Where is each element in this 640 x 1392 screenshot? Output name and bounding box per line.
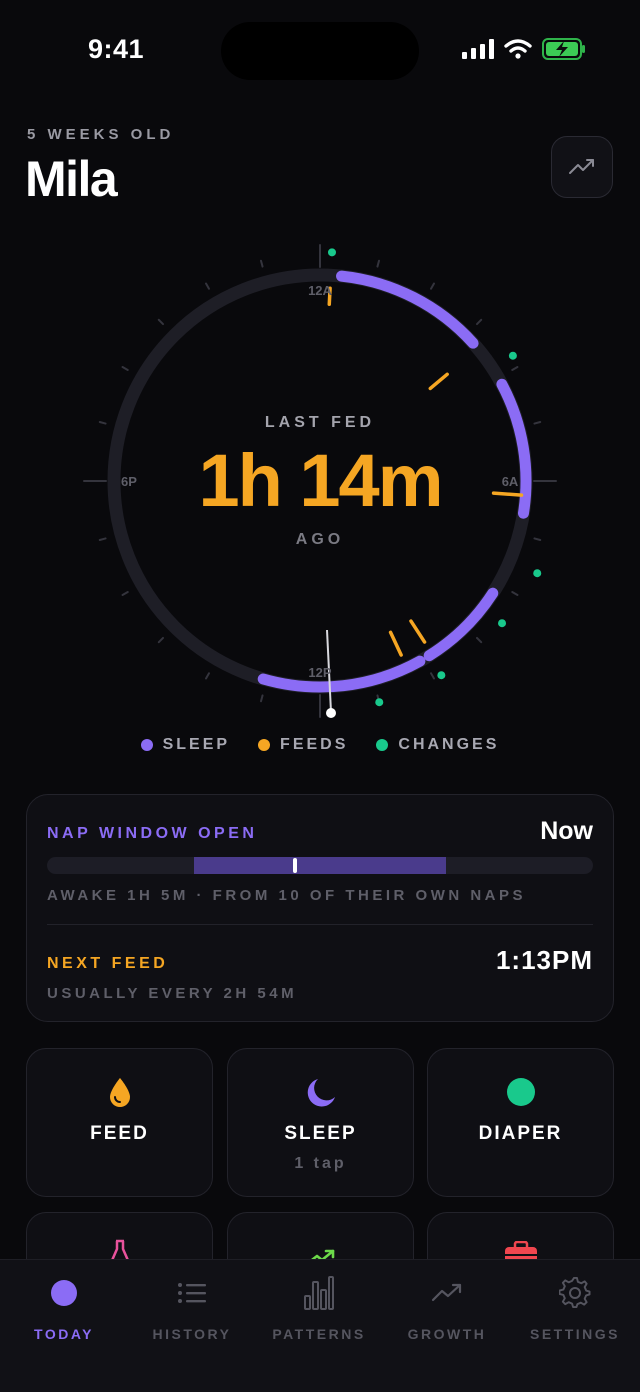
wifi-icon — [504, 39, 532, 59]
baby-name: Mila — [25, 151, 118, 207]
now-hand-dot — [326, 708, 336, 718]
hour-tick — [511, 366, 519, 371]
tab-settings-label: SETTINGS — [529, 1326, 620, 1342]
change-dot — [508, 351, 517, 360]
hour-tick — [475, 636, 483, 644]
tab-bar: TODAY HISTORY PATTERNS GROWTH SETTINGS — [0, 1259, 640, 1392]
sleep-segment — [257, 655, 426, 693]
tab-history[interactable]: HISTORY — [128, 1276, 256, 1342]
nap-feed-card: NAP WINDOW OPEN Now AWAKE 1H 5M · FROM 1… — [26, 794, 614, 1022]
sleep-segment — [336, 270, 479, 349]
sleep-button-label: SLEEP — [284, 1123, 357, 1144]
signal-icon — [462, 39, 494, 59]
change-dot — [437, 671, 446, 680]
moon-icon — [228, 1077, 413, 1109]
hour-tick — [121, 591, 129, 596]
hour-tick — [259, 259, 264, 268]
hour-label-top: 12A — [308, 283, 332, 298]
change-dot — [327, 248, 336, 257]
nap-window-now-marker — [293, 858, 298, 873]
tab-today[interactable]: TODAY — [0, 1276, 128, 1342]
nap-window-detail: AWAKE 1H 5M · FROM 10 OF THEIR OWN NAPS — [47, 887, 527, 904]
sleep-segment — [423, 587, 499, 662]
hour-tick — [430, 672, 435, 680]
trend-up-icon — [569, 159, 594, 174]
diaper-button[interactable]: DIAPER — [427, 1048, 614, 1197]
baby-age: 5 WEEKS OLD — [27, 126, 175, 143]
tab-growth[interactable]: GROWTH — [383, 1276, 511, 1342]
hour-tick — [511, 591, 519, 596]
nap-window-status: Now — [540, 817, 593, 845]
last-fed-label: LAST FED — [264, 414, 376, 431]
hour-tick — [259, 694, 264, 703]
feed-mark — [409, 619, 427, 644]
trend-up-icon — [431, 1276, 463, 1310]
today-dot-icon — [50, 1276, 78, 1310]
nap-window-label: NAP WINDOW OPEN — [47, 825, 258, 842]
tab-settings[interactable]: SETTINGS — [511, 1276, 639, 1342]
sleep-button[interactable]: SLEEP 1 tap — [227, 1048, 414, 1197]
next-feed-label: NEXT FEED — [47, 955, 169, 972]
gear-icon — [559, 1276, 591, 1310]
tab-growth-label: GROWTH — [407, 1326, 487, 1342]
legend-changes: CHANGES — [376, 736, 499, 754]
next-feed-detail: USUALLY EVERY 2H 54M — [47, 985, 298, 1002]
hour-tick — [157, 636, 165, 644]
nap-window-bar — [47, 857, 593, 874]
list-icon — [177, 1276, 207, 1310]
legend-feeds: FEEDS — [258, 736, 348, 754]
hour-label-bottom: 12P — [308, 665, 331, 680]
hour-tick — [205, 672, 210, 680]
sleep-button-hint: 1 tap — [294, 1155, 347, 1172]
change-dot — [533, 569, 542, 578]
legend-sleep-dot — [140, 739, 153, 751]
feed-mark — [388, 630, 403, 657]
dynamic-island — [221, 22, 419, 80]
change-dot — [375, 698, 384, 707]
diaper-button-label: DIAPER — [478, 1123, 563, 1144]
drop-icon — [27, 1077, 212, 1107]
tab-patterns-label: PATTERNS — [272, 1326, 366, 1342]
feed-button[interactable]: FEED — [26, 1048, 213, 1197]
nap-window-range — [194, 857, 446, 874]
hour-tick — [157, 318, 165, 326]
battery-charging-icon — [542, 38, 585, 60]
hour-tick — [205, 282, 210, 290]
next-feed-time: 1:13PM — [495, 945, 593, 975]
legend-sleep: SLEEP — [140, 736, 231, 754]
legend-changes-dot — [376, 739, 389, 751]
feed-button-label: FEED — [90, 1123, 149, 1144]
trends-button[interactable] — [551, 136, 613, 198]
legend-feeds-label: FEEDS — [280, 736, 349, 753]
legend-changes-label: CHANGES — [398, 736, 500, 753]
circle-icon — [428, 1077, 613, 1107]
last-fed-elapsed: 1h 14m — [198, 439, 443, 522]
hour-tick — [121, 366, 129, 371]
status-icons — [462, 38, 586, 60]
last-fed-ago: AGO — [295, 531, 345, 548]
tab-patterns[interactable]: PATTERNS — [255, 1276, 383, 1342]
hour-tick — [475, 318, 483, 326]
hour-tick — [376, 259, 381, 268]
tab-today-label: TODAY — [34, 1326, 94, 1342]
tab-history-label: HISTORY — [152, 1326, 232, 1342]
status-time: 9:41 — [88, 34, 145, 64]
clock-legend: SLEEP FEEDS CHANGES — [0, 736, 640, 754]
hour-tick — [430, 282, 435, 290]
legend-sleep-label: SLEEP — [162, 736, 231, 753]
bar-chart-icon — [304, 1276, 334, 1310]
change-dot — [498, 619, 507, 628]
card-divider — [47, 924, 593, 925]
feed-mark — [428, 372, 449, 391]
legend-feeds-dot — [258, 739, 271, 751]
